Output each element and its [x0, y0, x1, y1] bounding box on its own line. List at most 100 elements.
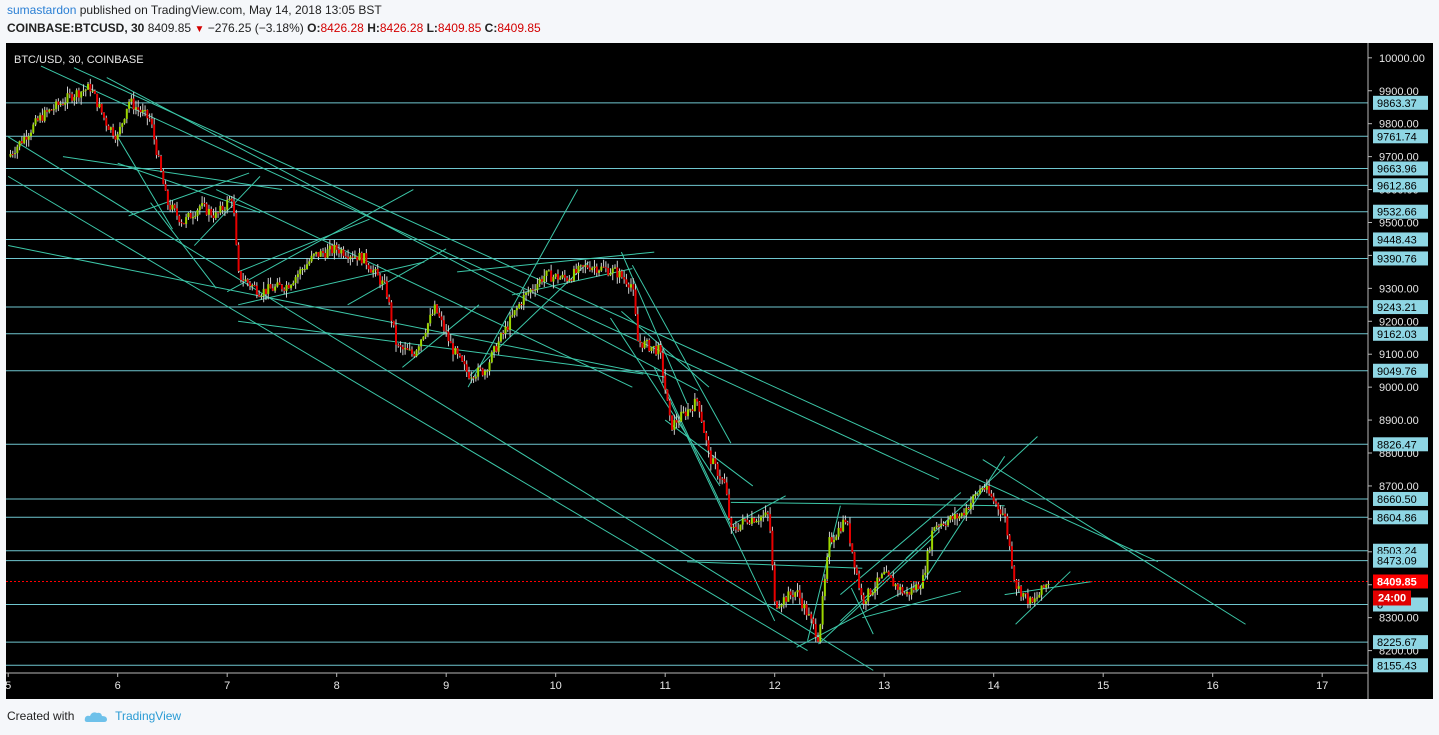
candle-body	[709, 450, 712, 465]
tradingview-link[interactable]: TradingView	[115, 709, 181, 723]
candle-body	[276, 282, 279, 287]
candle-body	[833, 539, 836, 543]
candle-body	[963, 513, 966, 516]
candle-body	[769, 514, 772, 531]
candle-body	[732, 526, 735, 528]
candle-body	[249, 282, 252, 287]
candle-body	[522, 294, 525, 305]
candle-body	[390, 302, 393, 321]
y-tick-label: 9000.00	[1379, 382, 1419, 394]
candle-body	[668, 400, 671, 416]
author-link[interactable]: sumastardon	[7, 3, 76, 17]
candle-body	[864, 601, 867, 604]
candle-body	[531, 289, 534, 291]
candle-body	[867, 588, 870, 602]
level-label: 9761.74	[1377, 131, 1417, 143]
candle-body	[641, 342, 644, 348]
chart-title: BTC/USD, 30, COINBASE	[14, 54, 144, 66]
candle-body	[981, 487, 984, 490]
candle-body	[87, 83, 90, 90]
candle-body	[351, 256, 354, 258]
candle-body	[965, 507, 968, 516]
candle-body	[43, 110, 46, 121]
candle-body	[682, 411, 685, 413]
candle-body	[680, 411, 683, 422]
candle-body	[11, 153, 14, 155]
candle-body	[287, 284, 290, 289]
candle-body	[100, 103, 103, 113]
candle-body	[1040, 585, 1043, 595]
candle-body	[150, 118, 153, 125]
candle-body	[239, 271, 242, 281]
level-label: 9243.21	[1377, 302, 1417, 314]
candle-body	[942, 523, 945, 525]
candle-body	[157, 155, 160, 157]
price-chart[interactable]: 10000.009900.009800.009700.009600.009500…	[6, 43, 1433, 699]
candle-body	[947, 520, 950, 526]
candle-body	[61, 103, 64, 105]
candle-body	[609, 273, 612, 276]
candle-body	[319, 251, 322, 257]
candle-body	[185, 217, 188, 224]
candle-body	[128, 101, 131, 109]
candle-body	[1017, 586, 1020, 589]
level-label: 8225.67	[1377, 637, 1417, 649]
candle-body	[45, 110, 48, 112]
candle-body	[572, 268, 575, 281]
candle-body	[112, 127, 115, 136]
chart-area[interactable]: 10000.009900.009800.009700.009600.009500…	[6, 43, 1433, 699]
candle-body	[983, 487, 986, 490]
y-tick-label: 9100.00	[1379, 349, 1419, 361]
candle-body	[96, 93, 99, 108]
candle-body	[121, 123, 124, 127]
candle-body	[488, 362, 491, 371]
candle-body	[812, 618, 815, 625]
candle-body	[116, 134, 119, 140]
candle-body	[226, 200, 229, 210]
candle-body	[429, 314, 432, 324]
candle-body	[664, 375, 667, 390]
candle-body	[691, 409, 694, 412]
candle-body	[985, 485, 988, 490]
candle-body	[465, 364, 468, 373]
candle-body	[819, 624, 822, 642]
candle-body	[447, 331, 450, 342]
candle-body	[969, 502, 972, 510]
candle-body	[534, 289, 537, 291]
candle-body	[440, 316, 443, 321]
candle-body	[57, 101, 60, 105]
candle-body	[477, 367, 480, 377]
candle-body	[187, 212, 190, 218]
candle-body	[34, 118, 37, 125]
candle-body	[506, 326, 509, 330]
candle-body	[657, 344, 660, 355]
publish-info: sumastardon published on TradingView.com…	[7, 3, 382, 17]
candle-body	[290, 285, 293, 289]
candle-body	[353, 256, 356, 258]
candle-body	[98, 103, 101, 108]
candle-body	[828, 537, 831, 558]
candle-body	[251, 285, 254, 287]
candle-body	[760, 516, 763, 521]
candle-body	[716, 463, 719, 476]
candle-body	[410, 349, 413, 355]
candle-body	[600, 266, 603, 271]
candle-body	[817, 637, 820, 642]
y-tick-label: 8300.00	[1379, 613, 1419, 625]
candle-body	[493, 346, 496, 352]
candle-body	[146, 109, 149, 119]
candle-body	[381, 280, 384, 285]
x-tick-label: 8	[334, 680, 340, 692]
candle-body	[207, 208, 210, 215]
candle-body	[322, 251, 325, 253]
countdown-label: 24:00	[1378, 592, 1406, 604]
candle-body	[584, 265, 587, 267]
candle-body	[550, 270, 553, 282]
candle-body	[217, 212, 220, 214]
candle-body	[762, 515, 765, 517]
candle-body	[75, 90, 78, 98]
candle-body	[356, 256, 359, 261]
candle-body	[1042, 585, 1045, 588]
candle-body	[650, 347, 653, 351]
candle-body	[515, 308, 518, 311]
